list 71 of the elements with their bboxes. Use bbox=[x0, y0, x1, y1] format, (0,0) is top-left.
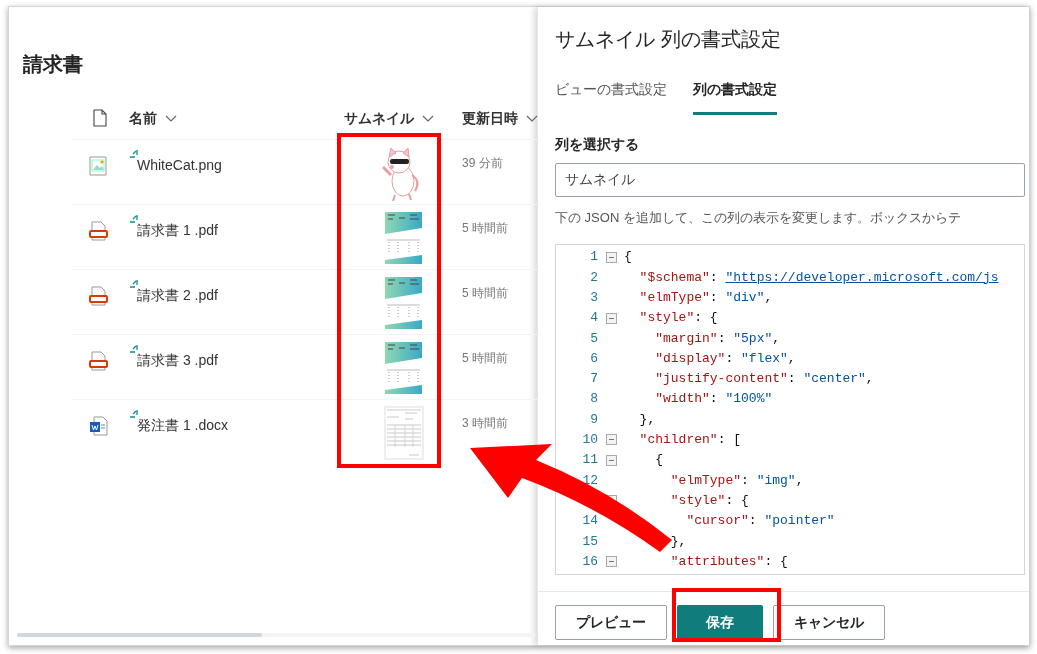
line-number: 7 bbox=[590, 371, 598, 387]
modified-time: 5 時間前 bbox=[462, 220, 509, 237]
line-number: 6 bbox=[590, 350, 598, 366]
code-line: }, bbox=[669, 532, 687, 551]
line-number: 9 bbox=[590, 411, 598, 427]
scrollbar-thumb[interactable] bbox=[17, 633, 262, 637]
modified-time: 5 時間前 bbox=[462, 285, 509, 302]
code-line: "$schema": "https://developer.microsoft.com/js bbox=[638, 268, 999, 287]
code-line: { bbox=[654, 451, 663, 470]
chevron-down-icon bbox=[422, 114, 434, 122]
description-text: 下の JSON を追加して、この列の表示を変更します。ボックスからテ bbox=[555, 208, 962, 227]
column-header[interactable]: サムネイル bbox=[344, 107, 414, 129]
code-line: "children": [ bbox=[638, 431, 742, 450]
line-number: 12 bbox=[582, 472, 598, 488]
column-dropdown[interactable]: サムネイル bbox=[555, 162, 1025, 197]
panel-title: サムネイル 列の書式設定 bbox=[555, 27, 782, 52]
line-number: 14 bbox=[582, 513, 598, 529]
modified-time: 3 時間前 bbox=[462, 415, 509, 432]
line-number: 2 bbox=[590, 269, 598, 285]
sparkle-icon bbox=[129, 279, 139, 289]
line-number: 1 bbox=[590, 249, 598, 265]
sparkle-icon bbox=[129, 344, 139, 354]
modified-time: 39 分前 bbox=[462, 155, 504, 172]
format-tab[interactable]: 列の書式設定 bbox=[693, 80, 777, 116]
field-label: 列を選択する bbox=[555, 136, 640, 155]
document-file-icon bbox=[89, 416, 108, 436]
scrollbar-track[interactable] bbox=[17, 633, 535, 637]
file-name-link[interactable]: 発注書 1 .docx bbox=[137, 415, 229, 436]
file-name-link[interactable]: 請求書 2 .pdf bbox=[137, 285, 218, 306]
image-file-icon bbox=[89, 156, 108, 176]
format-tab[interactable]: ビューの書式設定 bbox=[555, 80, 667, 116]
code-line: "justify-content": "center", bbox=[654, 370, 874, 389]
code-line: }, bbox=[638, 410, 656, 429]
code-line: "elmType": "img", bbox=[669, 471, 804, 490]
pdf-file-icon bbox=[89, 286, 108, 306]
sparkle-icon bbox=[129, 214, 139, 224]
column-header[interactable]: 名前 bbox=[129, 107, 157, 129]
chevron-down-icon bbox=[526, 114, 538, 122]
line-number: 16 bbox=[582, 553, 598, 569]
file-name-link[interactable]: 請求書 3 .pdf bbox=[137, 350, 218, 371]
sparkle-icon bbox=[129, 409, 139, 419]
code-line: "style": { bbox=[638, 309, 718, 328]
panel-button[interactable]: プレビュー bbox=[555, 605, 667, 640]
code-line: { bbox=[624, 248, 632, 267]
panel-button[interactable]: キャンセル bbox=[773, 605, 885, 640]
file-name-link[interactable]: 請求書 1 .pdf bbox=[137, 220, 218, 241]
code-line: "elmType": "div", bbox=[638, 289, 773, 307]
code-editor[interactable] bbox=[555, 244, 1025, 575]
line-number: 11 bbox=[582, 452, 598, 468]
pdf-file-icon bbox=[89, 221, 108, 241]
code-line: "style": { bbox=[669, 491, 749, 510]
line-number: 8 bbox=[590, 391, 598, 407]
modified-time: 5 時間前 bbox=[462, 350, 509, 367]
code-line: "width": "100%" bbox=[654, 390, 773, 409]
line-number: 3 bbox=[590, 290, 598, 305]
code-line: "display": "flex", bbox=[654, 349, 796, 368]
code-line: "cursor": "pointer" bbox=[685, 512, 835, 531]
file-name-link[interactable]: WhiteCat.png bbox=[137, 155, 222, 176]
sparkle-icon bbox=[129, 149, 139, 159]
pdf-file-icon bbox=[89, 351, 108, 371]
column-header[interactable]: 更新日時 bbox=[462, 107, 518, 129]
line-number: 5 bbox=[590, 330, 598, 346]
chevron-down-icon bbox=[165, 114, 177, 122]
line-number: 10 bbox=[582, 432, 598, 448]
line-number: 15 bbox=[582, 533, 598, 549]
code-line: "margin": "5px", bbox=[654, 329, 781, 348]
line-number: 4 bbox=[590, 310, 598, 326]
code-line: "attributes": { bbox=[669, 552, 788, 571]
library-title: 請求書 bbox=[23, 52, 83, 77]
file-type-icon bbox=[93, 109, 107, 127]
save-button[interactable]: 保存 bbox=[677, 605, 763, 640]
